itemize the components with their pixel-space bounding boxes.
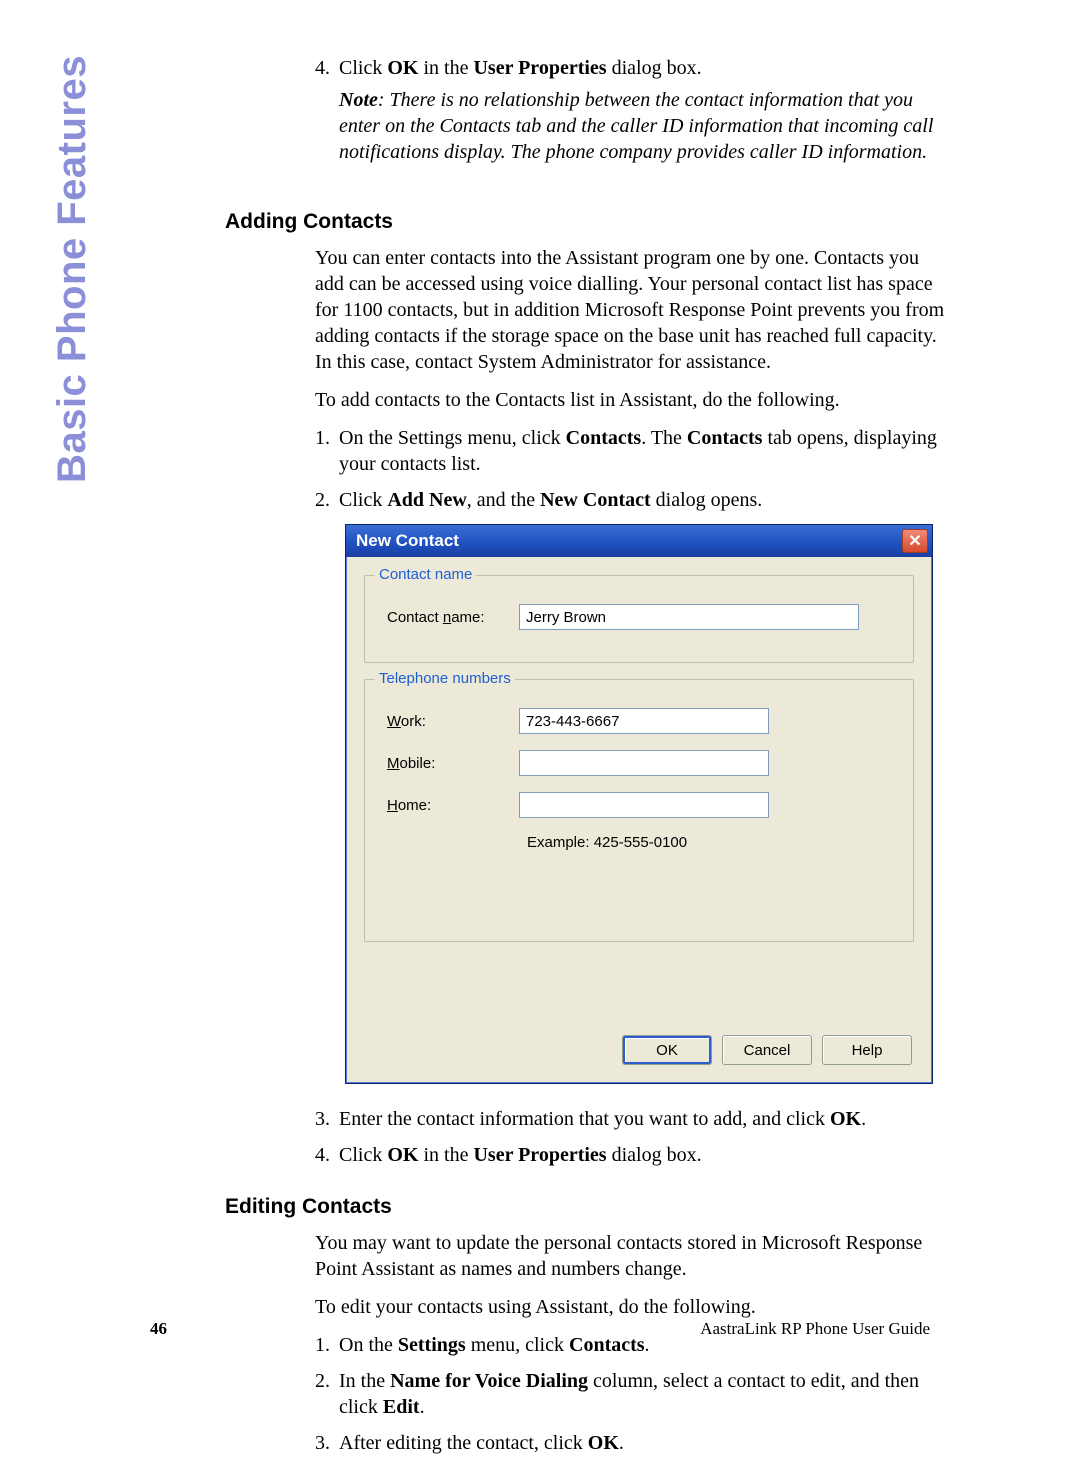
paragraph: To edit your contacts using Assistant, d… (315, 1294, 947, 1320)
dialog-button-row: OK Cancel Help (622, 1035, 912, 1065)
document-page: Basic Phone Features 4. Click OK in the … (0, 0, 1080, 1397)
dialog-title: New Contact (356, 531, 459, 551)
groupbox-contact-name: Contact name Contact name: (364, 575, 914, 663)
list-item: 3. Enter the contact information that yo… (315, 1106, 947, 1132)
heading-adding-contacts: Adding Contacts (225, 210, 947, 234)
field-row-mobile: Mobile: (379, 750, 899, 776)
note-label: Note (339, 89, 378, 111)
list-item: 4. Click OK in the User Properties dialo… (315, 1142, 947, 1168)
side-section-title: Basic Phone Features (50, 55, 90, 475)
groupbox-legend: Contact name (375, 566, 476, 583)
field-row-work: Work: (379, 708, 899, 734)
paragraph: To add contacts to the Contacts list in … (315, 387, 947, 413)
cancel-button[interactable]: Cancel (722, 1035, 812, 1065)
label-work: Work: (379, 713, 519, 730)
footer-doc-title: AastraLink RP Phone User Guide (700, 1319, 930, 1339)
mobile-input[interactable] (519, 750, 769, 776)
groupbox-telephone-numbers: Telephone numbers Work: Mobile: Home: Ex… (364, 679, 914, 942)
label-home: Home: (379, 797, 519, 814)
side-section-title-text: Basic Phone Features (50, 55, 95, 483)
dialog-titlebar: New Contact ✕ (346, 525, 932, 557)
list-item: 2. In the Name for Voice Dialing column,… (315, 1368, 947, 1420)
list-item: 3. After editing the contact, click OK. (315, 1430, 947, 1456)
body-text-block-top: 4. Click OK in the User Properties dialo… (315, 55, 947, 175)
list-text: In the Name for Voice Dialing column, se… (339, 1368, 947, 1420)
list-number: 2. (315, 1368, 339, 1420)
dialog-body: Contact name Contact name: Telephone num… (346, 557, 932, 968)
list-number: 4. (315, 1142, 339, 1168)
list-text: After editing the contact, click OK. (339, 1430, 947, 1456)
list-number: 3. (315, 1430, 339, 1456)
page-number: 46 (150, 1319, 167, 1339)
field-row-contact-name: Contact name: (379, 604, 899, 630)
example-text: Example: 425-555-0100 (527, 834, 899, 851)
label-contact-name: Contact name: (379, 609, 519, 626)
close-icon[interactable]: ✕ (902, 529, 928, 553)
list-item: 2. Click Add New, and the New Contact di… (315, 487, 947, 513)
label-mobile: Mobile: (379, 755, 519, 772)
list-text: Enter the contact information that you w… (339, 1106, 947, 1132)
list-text: Click OK in the User Properties dialog b… (339, 1142, 947, 1168)
help-button[interactable]: Help (822, 1035, 912, 1065)
list-number: 4. (315, 55, 339, 165)
list-item: 4. Click OK in the User Properties dialo… (315, 55, 947, 165)
home-input[interactable] (519, 792, 769, 818)
field-row-home: Home: (379, 792, 899, 818)
groupbox-legend: Telephone numbers (375, 670, 515, 687)
list-text: On the Settings menu, click Contacts. Th… (339, 425, 947, 477)
list-number: 1. (315, 425, 339, 477)
page-footer: 46 AastraLink RP Phone User Guide (150, 1319, 930, 1339)
list-item: 1. On the Settings menu, click Contacts.… (315, 425, 947, 477)
paragraph: You can enter contacts into the Assistan… (315, 245, 947, 375)
new-contact-dialog: New Contact ✕ Contact name Contact name:… (345, 524, 933, 1084)
list-text: Click Add New, and the New Contact dialo… (339, 487, 947, 513)
contact-name-input[interactable] (519, 604, 859, 630)
ok-button[interactable]: OK (622, 1035, 712, 1065)
editing-contacts-body: You may want to update the personal cont… (315, 1230, 947, 1466)
list-number: 3. (315, 1106, 339, 1132)
work-input[interactable] (519, 708, 769, 734)
heading-editing-contacts: Editing Contacts (225, 1195, 947, 1219)
adding-contacts-steps-after: 3. Enter the contact information that yo… (315, 1106, 947, 1178)
paragraph: You may want to update the personal cont… (315, 1230, 947, 1282)
list-text: Click OK in the User Properties dialog b… (339, 55, 947, 165)
note-text: : There is no relationship between the c… (339, 89, 933, 163)
adding-contacts-body: You can enter contacts into the Assistan… (315, 245, 947, 523)
note-paragraph: Note: There is no relationship between t… (339, 87, 947, 165)
list-number: 2. (315, 487, 339, 513)
